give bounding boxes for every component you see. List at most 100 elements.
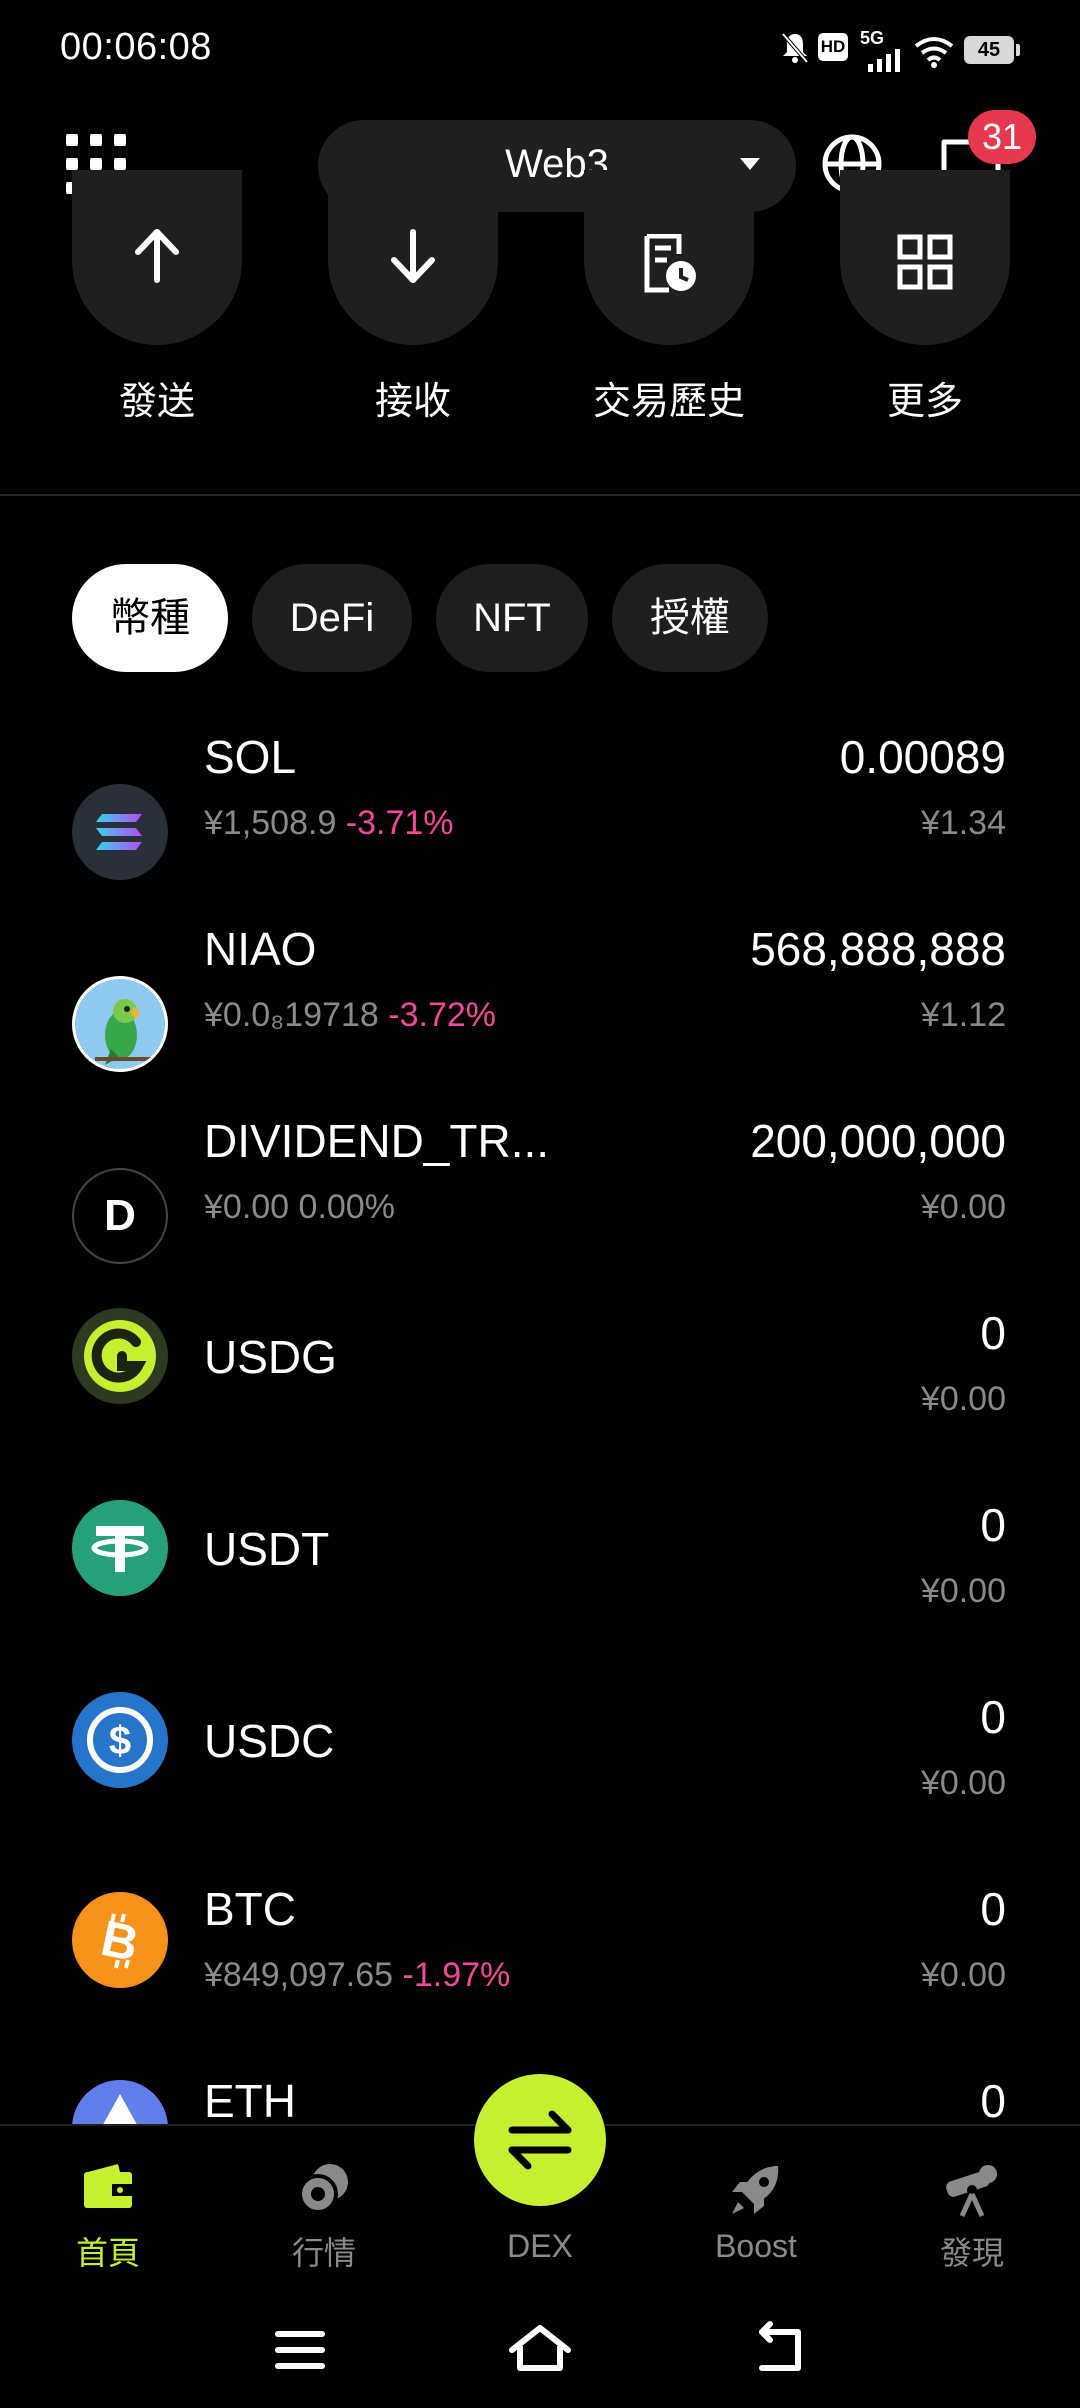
coins-icon	[298, 2164, 348, 2214]
asset-amount: 568,888,888	[750, 923, 1006, 975]
asset-name: BTC	[204, 1883, 296, 1935]
system-nav-bar	[0, 2288, 1080, 2408]
history-icon	[644, 234, 696, 293]
asset-value: ¥0.00	[920, 1380, 1006, 1418]
asset-amount: 200,000,000	[750, 1115, 1006, 1167]
asset-amount: 0	[980, 1499, 1006, 1551]
back-icon[interactable]	[748, 2318, 812, 2382]
nav-market[interactable]: 行情	[244, 2162, 404, 2282]
asset-value: ¥0.00	[920, 1572, 1006, 1610]
history-button[interactable]	[584, 170, 754, 345]
nav-label: DEX	[507, 2228, 573, 2264]
parrot-token-icon	[72, 976, 168, 1072]
asset-name: USDG	[204, 1331, 337, 1383]
caret-down-icon	[740, 158, 760, 170]
asset-name: USDT	[204, 1523, 330, 1575]
receive-action[interactable]: 接收	[328, 170, 498, 423]
usdc-icon: $	[72, 1692, 168, 1788]
wifi-icon	[914, 37, 954, 68]
signal-icon	[868, 49, 900, 72]
asset-row-usdc[interactable]: $ USDC 0 ¥0.00	[0, 1680, 1080, 1872]
status-bar: 00:06:08 HD 5G 45	[0, 0, 1080, 100]
asset-price-line: ¥849,097.65 -1.97%	[204, 1956, 510, 1995]
asset-change: -3.71%	[345, 804, 454, 842]
nav-label: 發現	[939, 2235, 1004, 2271]
asset-change: -3.72%	[388, 996, 497, 1034]
asset-value: ¥0.00	[920, 1956, 1006, 1994]
nav-label: 行情	[291, 2235, 356, 2271]
asset-price: ¥0.00	[204, 1188, 290, 1226]
wallet-icon	[84, 2164, 132, 2208]
asset-amount: 0	[980, 1691, 1006, 1743]
dex-swap-button[interactable]	[474, 2074, 606, 2206]
asset-amount: 0	[980, 1883, 1006, 1935]
mute-bell-icon	[781, 32, 809, 64]
asset-price-line: ¥0.0₈19718 -3.72%	[204, 996, 496, 1035]
asset-change: 0.00%	[298, 1188, 395, 1226]
asset-price: ¥0.0₈19718	[204, 996, 379, 1034]
message-count-badge: 31	[968, 110, 1036, 164]
asset-name: NIAO	[204, 923, 317, 975]
asset-row-usdg[interactable]: USDG 0 ¥0.00	[0, 1296, 1080, 1488]
asset-row-sol[interactable]: SOL ¥1,508.9 -3.71% 0.00089 ¥1.34	[0, 720, 1080, 912]
asset-amount: 0	[980, 1307, 1006, 1359]
send-label: 發送	[118, 381, 195, 423]
tab-nft[interactable]: NFT	[436, 564, 588, 672]
asset-amount: 0.00089	[839, 731, 1006, 783]
menu-icon[interactable]	[268, 2318, 332, 2382]
asset-name: ETH	[204, 2075, 296, 2124]
rocket-icon	[732, 2166, 779, 2214]
asset-row-usdt[interactable]: USDT 0 ¥0.00	[0, 1488, 1080, 1680]
svg-text:$: $	[109, 1719, 131, 1763]
section-divider	[0, 494, 1080, 496]
nav-discover[interactable]: 發現	[892, 2162, 1052, 2282]
tether-icon	[72, 1500, 168, 1596]
hd-badge: HD	[818, 33, 848, 61]
asset-name: SOL	[204, 731, 297, 783]
letter-d-token-icon: D	[72, 1168, 168, 1264]
arrow-down-icon	[391, 229, 435, 283]
nav-label: 首頁	[75, 2235, 140, 2271]
asset-row-btc[interactable]: B BTC ¥849,097.65 -1.97% 0 ¥0.00	[0, 1872, 1080, 2064]
history-action[interactable]: 交易歷史	[584, 170, 754, 423]
asset-value: ¥0.00	[920, 1188, 1006, 1226]
asset-value: ¥0.00	[920, 1764, 1006, 1802]
asset-price: ¥1,508.9	[204, 804, 337, 842]
tab-defi[interactable]: DeFi	[252, 564, 412, 672]
tab-approvals[interactable]: 授權	[612, 564, 768, 672]
nav-home[interactable]: 首頁	[28, 2162, 188, 2282]
ethereum-icon	[72, 2080, 168, 2124]
swap-arrows-icon	[508, 2110, 572, 2170]
status-time: 00:06:08	[60, 26, 212, 68]
asset-row-dividend[interactable]: D DIVIDEND_TR... ¥0.00 0.00% 200,000,000…	[0, 1104, 1080, 1296]
home-icon[interactable]	[508, 2318, 572, 2382]
asset-amount: 0	[980, 2075, 1006, 2124]
more-button[interactable]	[840, 170, 1010, 345]
asset-value: ¥1.12	[920, 996, 1006, 1034]
more-label: 更多	[886, 381, 963, 423]
history-label: 交易歷史	[592, 381, 745, 423]
send-action[interactable]: 發送	[72, 170, 242, 423]
svg-text:B: B	[96, 1910, 143, 1972]
send-button[interactable]	[72, 170, 242, 345]
asset-price-line: ¥0.00 0.00%	[204, 1188, 395, 1227]
receive-button[interactable]	[328, 170, 498, 345]
tab-tokens[interactable]: 幣種	[72, 564, 228, 672]
asset-row-niao[interactable]: NIAO ¥0.0₈19718 -3.72% 568,888,888 ¥1.12	[0, 912, 1080, 1104]
more-action[interactable]: 更多	[840, 170, 1010, 423]
nav-label: Boost	[715, 2228, 797, 2264]
asset-price: ¥849,097.65	[204, 1956, 394, 1994]
nav-boost[interactable]: Boost	[676, 2162, 836, 2282]
asset-name: USDC	[204, 1715, 335, 1767]
receive-label: 接收	[374, 381, 451, 423]
telescope-icon	[946, 2165, 997, 2218]
asset-name: DIVIDEND_TR...	[204, 1115, 550, 1167]
battery-indicator: 45	[964, 36, 1020, 64]
usdg-token-icon	[72, 1308, 168, 1404]
arrow-up-icon	[135, 229, 179, 283]
asset-price-line: ¥1,508.9 -3.71%	[204, 804, 454, 843]
bitcoin-icon: B	[72, 1892, 168, 1988]
asset-value: ¥1.34	[920, 804, 1006, 842]
asset-change: -1.97%	[402, 1956, 511, 1994]
grid-icon	[897, 234, 953, 290]
